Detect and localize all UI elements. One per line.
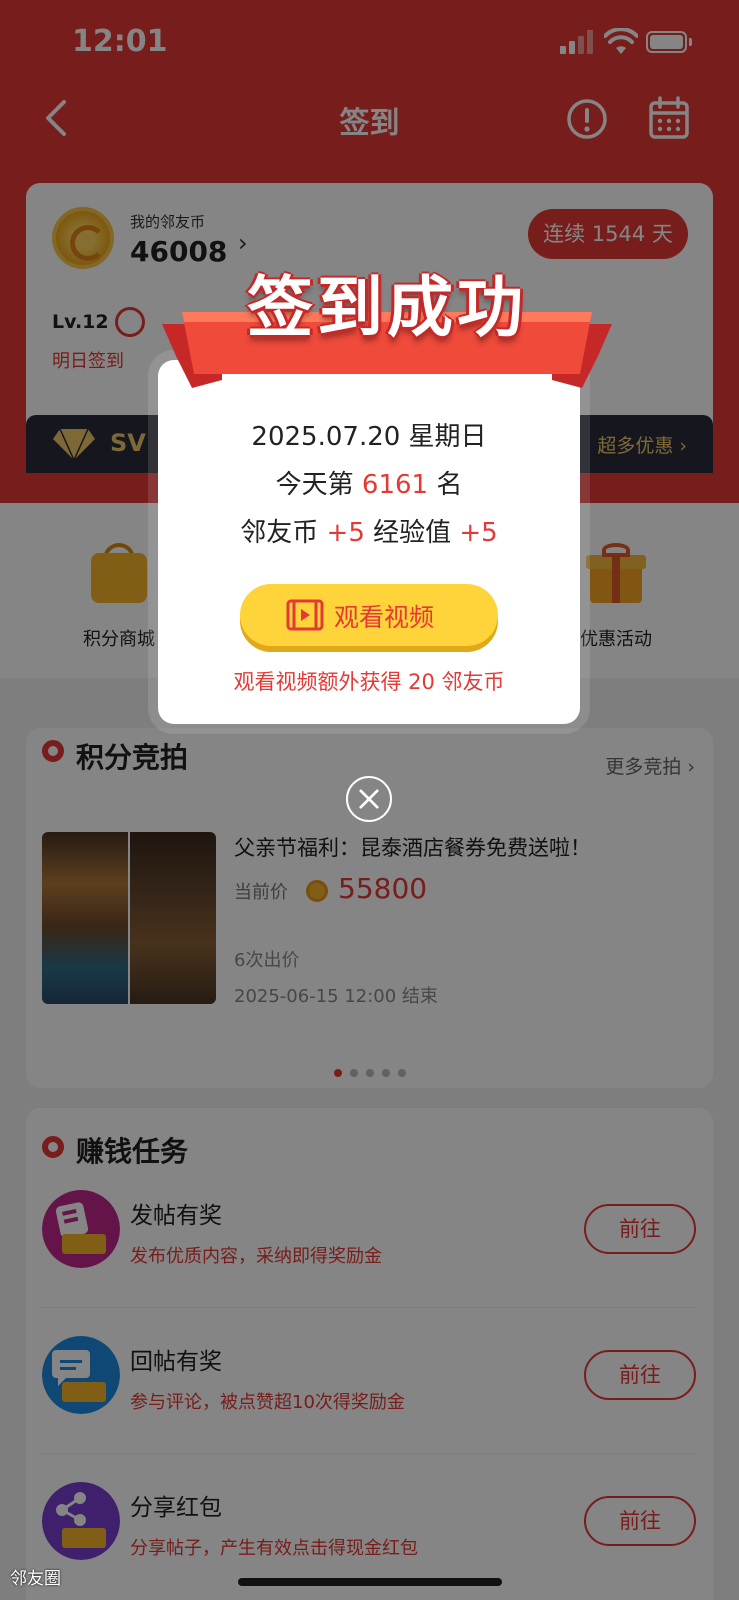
watch-video-button[interactable]: 观看视频 xyxy=(240,584,498,646)
rank-suffix: 名 xyxy=(428,470,463,500)
success-banner-text: 签到成功 xyxy=(247,269,527,346)
watermark: 邻友圈 xyxy=(10,1569,61,1589)
modal-tip: 观看视频额外获得 20 邻友币 xyxy=(233,670,505,694)
modal-rank: 今天第 6161 名 xyxy=(158,464,580,501)
home-indicator xyxy=(238,1578,502,1586)
watch-video-label: 观看视频 xyxy=(334,603,435,632)
rank-number: 6161 xyxy=(361,470,429,500)
coin-reward-label: 邻友币 xyxy=(240,518,327,548)
app: 12:01 签到 我的邻友币 46008 › 连续 1544 天 Lv.12 明… xyxy=(0,0,739,1600)
success-banner: 签到成功 xyxy=(162,252,612,402)
exp-reward-value: +5 xyxy=(459,518,498,548)
modal-reward: 邻友币 +5 经验值 +5 xyxy=(158,512,580,549)
rank-prefix: 今天第 xyxy=(275,470,362,500)
modal-date: 2025.07.20 星期日 xyxy=(251,422,487,452)
checkin-success-modal: 2025.07.20 星期日 今天第 6161 名 邻友币 +5 经验值 +5 … xyxy=(158,360,580,724)
close-icon[interactable] xyxy=(346,776,392,822)
coin-reward-value: +5 xyxy=(326,518,365,548)
video-icon xyxy=(286,599,324,631)
exp-reward-label: 经验值 xyxy=(364,518,460,548)
